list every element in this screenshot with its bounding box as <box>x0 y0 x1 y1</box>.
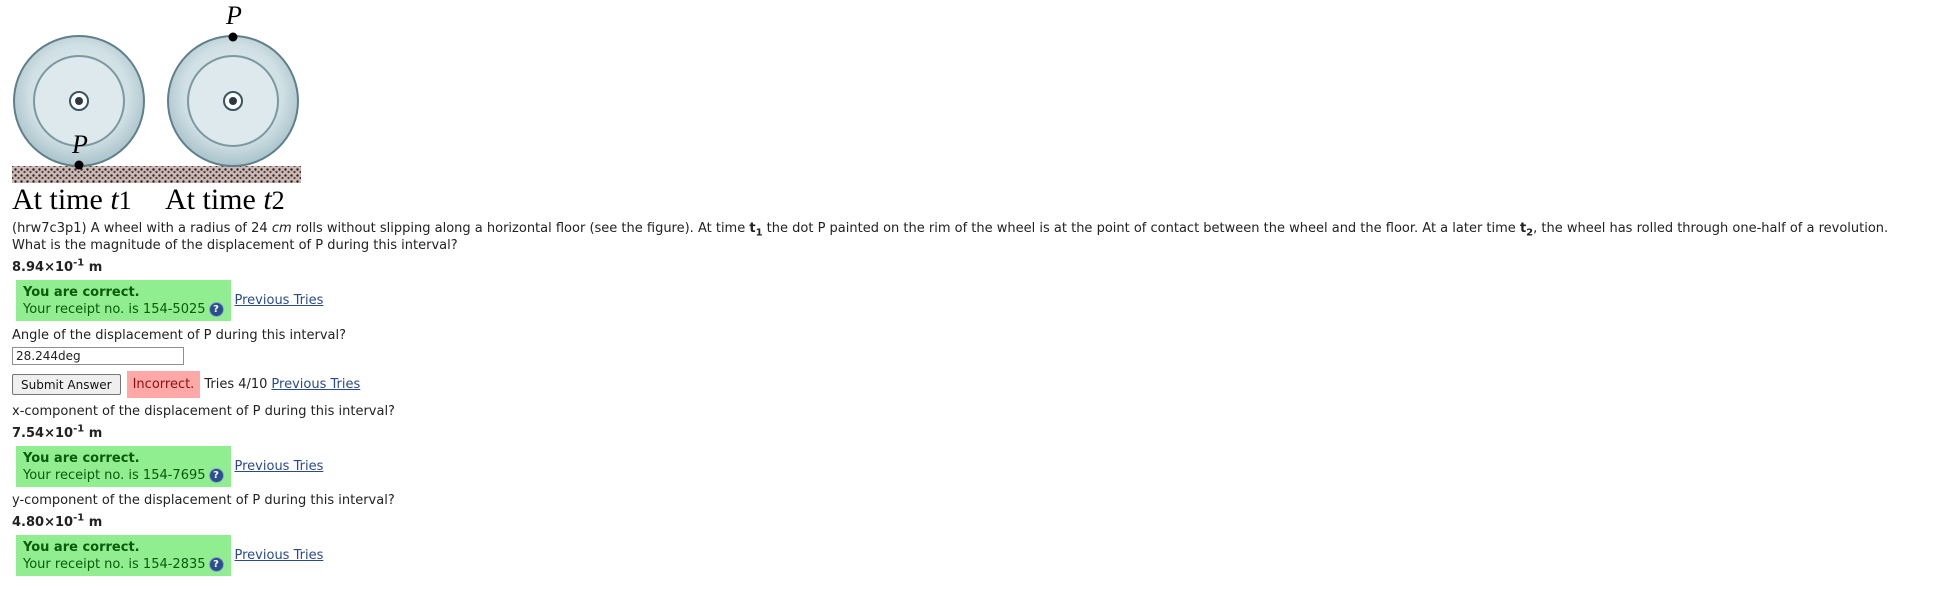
point-p-t2 <box>228 32 238 42</box>
submit-answer-button[interactable]: Submit Answer <box>12 374 121 395</box>
label-p-t1: P <box>71 130 88 159</box>
problem-text-2: rolls without slipping along a horizonta… <box>291 221 750 236</box>
answer-magnitude: 8.94×10-1 m <box>12 257 103 275</box>
answer-y-component: 4.80×10-1 m <box>12 512 103 530</box>
wheel-figure: P P At time t1 At time t2 <box>8 0 308 215</box>
angle-answer-input[interactable] <box>12 347 184 365</box>
previous-tries-link[interactable]: Previous Tries <box>271 375 360 394</box>
floor <box>12 166 301 183</box>
problem-text-4: , the wheel has rolled through one-half … <box>1533 221 1889 236</box>
question-x-component: x-component of the displacement of P dur… <box>12 404 395 419</box>
tries-count: Tries 4/10 <box>204 377 268 392</box>
correct-title: You are correct. <box>23 285 140 300</box>
previous-tries-link[interactable]: Previous Tries <box>235 546 324 565</box>
previous-tries-link[interactable]: Previous Tries <box>235 457 324 476</box>
previous-tries-link[interactable]: Previous Tries <box>235 291 324 310</box>
result-row-magnitude: You are correct. Your receipt no. is 154… <box>12 280 1952 321</box>
correct-title: You are correct. <box>23 540 140 555</box>
wheel-t2 <box>167 35 299 167</box>
t2-symbol: t2 <box>1519 221 1534 239</box>
answer-x-component: 7.54×10-1 m <box>12 423 103 441</box>
correct-badge: You are correct. Your receipt no. is 154… <box>16 535 231 576</box>
receipt-number: Your receipt no. is 154-5025 <box>23 302 206 317</box>
correct-title: You are correct. <box>23 451 140 466</box>
problem-text-3: the dot P painted on the rim of the whee… <box>762 221 1520 236</box>
t1-symbol: t1 <box>749 221 763 239</box>
label-p-t2: P <box>225 1 242 30</box>
problem-content: (hrw7c3p1) A wheel with a radius of 24 c… <box>12 219 1952 576</box>
help-icon[interactable]: ? <box>208 302 224 317</box>
caption-t2: At time t2 <box>165 183 285 215</box>
submit-row: Submit Answer Incorrect. Tries 4/10 Prev… <box>12 371 1952 398</box>
question-magnitude: What is the magnitude of the displacemen… <box>12 238 458 253</box>
question-angle: Angle of the displacement of P during th… <box>12 328 347 343</box>
question-y-component: y-component of the displacement of P dur… <box>12 493 395 508</box>
help-icon[interactable]: ? <box>208 557 224 572</box>
receipt-number: Your receipt no. is 154-2835 <box>23 557 206 572</box>
correct-badge: You are correct. Your receipt no. is 154… <box>16 446 231 487</box>
point-p-t1 <box>74 160 84 170</box>
caption-t1: At time t1 <box>12 183 132 215</box>
correct-badge: You are correct. Your receipt no. is 154… <box>16 280 231 321</box>
wheel-diagram: P P At time t1 At time t2 <box>12 1 301 215</box>
result-row-x-component: You are correct. Your receipt no. is 154… <box>12 446 1952 487</box>
unit-cm: cm <box>271 221 292 236</box>
help-icon[interactable]: ? <box>208 468 224 483</box>
incorrect-badge: Incorrect. <box>126 371 201 398</box>
receipt-number: Your receipt no. is 154-7695 <box>23 468 206 483</box>
problem-text-1: (hrw7c3p1) A wheel with a radius of 24 <box>12 221 272 236</box>
result-row-y-component: You are correct. Your receipt no. is 154… <box>12 535 1952 576</box>
